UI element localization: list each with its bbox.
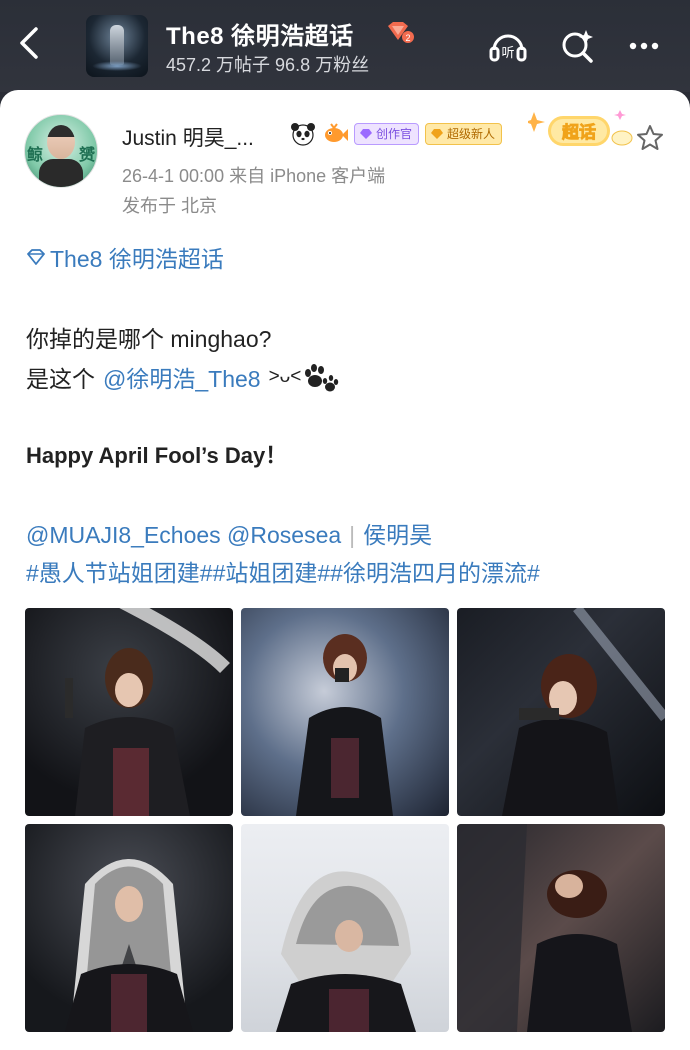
creator-badge[interactable]: 创作官 [354, 123, 420, 145]
post-time: 26-4-1 00:00 来自 iPhone 客户端 [122, 166, 386, 186]
mention-separator: | [349, 522, 356, 548]
new-member-badge-label: 超级新人 [447, 127, 496, 141]
mentions-line: @MUAJI8_Echoes @Rosesea | 侯明昊 [26, 516, 432, 550]
mention-link-houminghao[interactable]: 侯明昊 [363, 522, 432, 548]
photo-3[interactable] [457, 608, 665, 816]
more-icon[interactable] [624, 26, 664, 66]
new-member-badge[interactable]: 超级新人 [425, 123, 503, 145]
photo-2[interactable] [241, 608, 449, 816]
author-name[interactable]: Justin 明昊_... [122, 122, 254, 152]
creator-gem-icon [360, 129, 372, 139]
level-badge-icon: 2 [384, 20, 414, 44]
panda-icon [291, 123, 315, 146]
favorite-star-icon[interactable] [636, 124, 664, 152]
topic-link[interactable]: The8 徐明浩超话 [26, 240, 224, 274]
channel-stats: 457.2 万帖子 96.8 万粉丝 [166, 55, 370, 75]
post-location: 发布于 北京 [122, 196, 218, 216]
paw-icon [305, 364, 339, 392]
photo-5[interactable] [241, 824, 449, 1032]
topic-gem-icon [27, 249, 45, 265]
new-member-gem-icon [431, 129, 444, 139]
post-card: 鲸赟 Justin 明昊_... 创作官 超级新人 超话 26-4-1 00:0… [0, 90, 690, 1050]
search-sparkle-icon[interactable] [558, 26, 598, 66]
svg-text:超话: 超话 [562, 122, 596, 143]
author-avatar[interactable]: 鲸赟 [24, 114, 98, 188]
post-text-line2-prefix: 是这个 [26, 366, 95, 392]
svg-text:2: 2 [405, 33, 410, 43]
topic-link-label: The8 徐明浩超话 [50, 246, 224, 272]
channel-title[interactable]: The8 徐明浩超话 [166, 16, 354, 51]
listen-icon[interactable]: 听 [488, 26, 528, 66]
emoticon-text: >ᴗ< [268, 366, 302, 387]
photo-4[interactable] [25, 824, 233, 1032]
post-text-line1: 你掉的是哪个 minghao? [26, 326, 272, 352]
photo-6[interactable] [457, 824, 665, 1032]
post-text-line2: 是这个 @徐明浩_The8 >ᴗ< [26, 360, 339, 394]
back-arrow-icon[interactable] [14, 26, 50, 62]
photo-1[interactable] [25, 608, 233, 816]
mention-link-rosesea[interactable]: @Rosesea [227, 522, 341, 548]
post-headline: Happy April Fool’s Day！ [26, 443, 288, 468]
hashtags-line[interactable]: #愚人节站姐团建##站姐团建##徐明浩四月的漂流# [26, 554, 540, 588]
chaohua-badge[interactable]: 超话 [525, 108, 638, 154]
header-bar: The8 徐明浩超话 2 457.2 万帖子 96.8 万粉丝 听 [0, 0, 690, 92]
author-badges: 创作官 超级新人 [290, 120, 503, 148]
mention-link-muaji[interactable]: @MUAJI8_Echoes [26, 522, 221, 548]
creator-badge-label: 创作官 [376, 127, 413, 141]
fish-icon [325, 123, 348, 142]
svg-text:听: 听 [501, 46, 514, 61]
channel-avatar[interactable] [86, 15, 148, 77]
photo-grid [25, 608, 665, 1034]
mention-link-the8[interactable]: @徐明浩_The8 [103, 360, 261, 394]
